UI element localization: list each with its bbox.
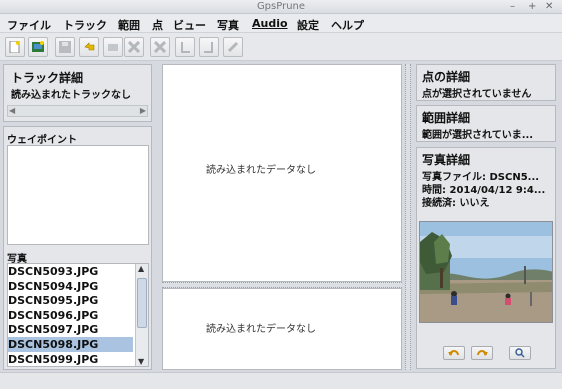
map-nodata-text: 読み込まれたデータなし xyxy=(206,165,316,176)
menu-point[interactable]: 点 xyxy=(152,17,163,33)
rotate-right-button[interactable] xyxy=(471,346,493,360)
range-details-panel: 範囲詳細 範囲が選択されていま... xyxy=(416,105,556,142)
point-details-panel: 点の詳細 点が選択されていません xyxy=(416,64,556,101)
rotate-left-button[interactable] xyxy=(443,346,465,360)
delete-point-icon[interactable] xyxy=(124,37,144,57)
connect-icon[interactable] xyxy=(223,37,243,57)
waypoints-title: ウェイポイント xyxy=(7,135,77,146)
waypoints-list[interactable] xyxy=(7,145,149,245)
photo-thumbnail xyxy=(419,221,553,323)
menu-photo[interactable]: 写真 xyxy=(217,17,239,33)
scroll-left-icon[interactable]: ◀ xyxy=(9,106,15,115)
photo-connected-label: 接続済: いいえ xyxy=(422,198,490,209)
menu-help[interactable]: ヘルプ xyxy=(331,17,364,33)
status-bar xyxy=(0,372,562,389)
open-icon[interactable] xyxy=(28,37,48,57)
rotate-right-icon xyxy=(477,350,488,356)
delete-range-icon[interactable] xyxy=(150,37,170,57)
menu-bar: ファイル トラック 範囲 点 ビュー 写真 Audio 設定 ヘルプ xyxy=(0,14,562,33)
menu-track[interactable]: トラック xyxy=(63,17,107,33)
window-title: GpsPrune xyxy=(256,1,306,12)
range-status: 範囲が選択されていま... xyxy=(422,130,534,141)
photo-list-item[interactable]: DSCN5093.JPG xyxy=(8,264,133,279)
photos-scrollbar[interactable]: ▲ ▼ xyxy=(135,264,148,366)
menu-settings[interactable]: 設定 xyxy=(297,17,319,33)
photo-list-item[interactable]: DSCN5099.JPG xyxy=(8,352,133,367)
photo-details-panel: 写真詳細 写真ファイル: DSCN5... 時間: 2014/04/12 9:4… xyxy=(416,147,556,369)
scroll-thumb[interactable] xyxy=(137,278,147,328)
track-details-panel: トラック詳細 読み込まれたトラックなし ◀ ▶ xyxy=(3,64,152,122)
maximize-button[interactable]: + xyxy=(528,0,536,13)
scroll-down-icon[interactable]: ▼ xyxy=(138,357,144,366)
photo-list-item[interactable]: DSCN5095.JPG xyxy=(8,293,133,308)
vertical-splitter[interactable] xyxy=(405,64,411,370)
menu-audio[interactable]: Audio xyxy=(252,17,288,30)
scroll-up-icon[interactable]: ▲ xyxy=(138,264,144,273)
point-details-title: 点の詳細 xyxy=(422,70,471,84)
zoom-button[interactable] xyxy=(509,346,531,360)
window-titlebar: GpsPrune – + ✕ xyxy=(0,0,562,14)
map-view[interactable]: 読み込まれたデータなし xyxy=(162,64,402,282)
toolbar xyxy=(0,33,562,61)
track-status: 読み込まれたトラックなし xyxy=(11,90,131,101)
profile-nodata-text: 読み込まれたデータなし xyxy=(206,324,316,335)
range-details-title: 範囲詳細 xyxy=(422,111,471,125)
track-details-title: トラック詳細 xyxy=(11,71,84,85)
menu-file[interactable]: ファイル xyxy=(7,17,51,33)
photo-list-item[interactable]: DSCN5094.JPG xyxy=(8,279,133,294)
rotate-left-icon xyxy=(448,350,459,356)
point-status: 点が選択されていません xyxy=(422,89,532,100)
undo-icon[interactable] xyxy=(79,37,99,57)
photo-details-title: 写真詳細 xyxy=(422,153,471,167)
minimize-button[interactable]: – xyxy=(510,0,515,13)
mark-end-icon[interactable] xyxy=(199,37,219,57)
zoom-icon xyxy=(515,348,525,358)
new-icon[interactable] xyxy=(5,37,25,57)
profile-view[interactable]: 読み込まれたデータなし xyxy=(162,288,402,370)
track-horizontal-scrollbar[interactable]: ◀ ▶ xyxy=(7,105,148,117)
close-button[interactable]: ✕ xyxy=(545,0,553,13)
mark-start-icon[interactable] xyxy=(175,37,195,57)
scroll-right-icon[interactable]: ▶ xyxy=(140,106,146,115)
save-icon[interactable] xyxy=(55,37,75,57)
menu-range[interactable]: 範囲 xyxy=(118,17,140,33)
photo-list-item[interactable]: DSCN5098.JPG xyxy=(8,337,133,352)
photo-list-item[interactable]: DSCN5097.JPG xyxy=(8,322,133,337)
edit-point-icon[interactable] xyxy=(103,37,123,57)
photo-list-item[interactable]: DSCN5096.JPG xyxy=(8,308,133,323)
menu-view[interactable]: ビュー xyxy=(173,17,206,33)
